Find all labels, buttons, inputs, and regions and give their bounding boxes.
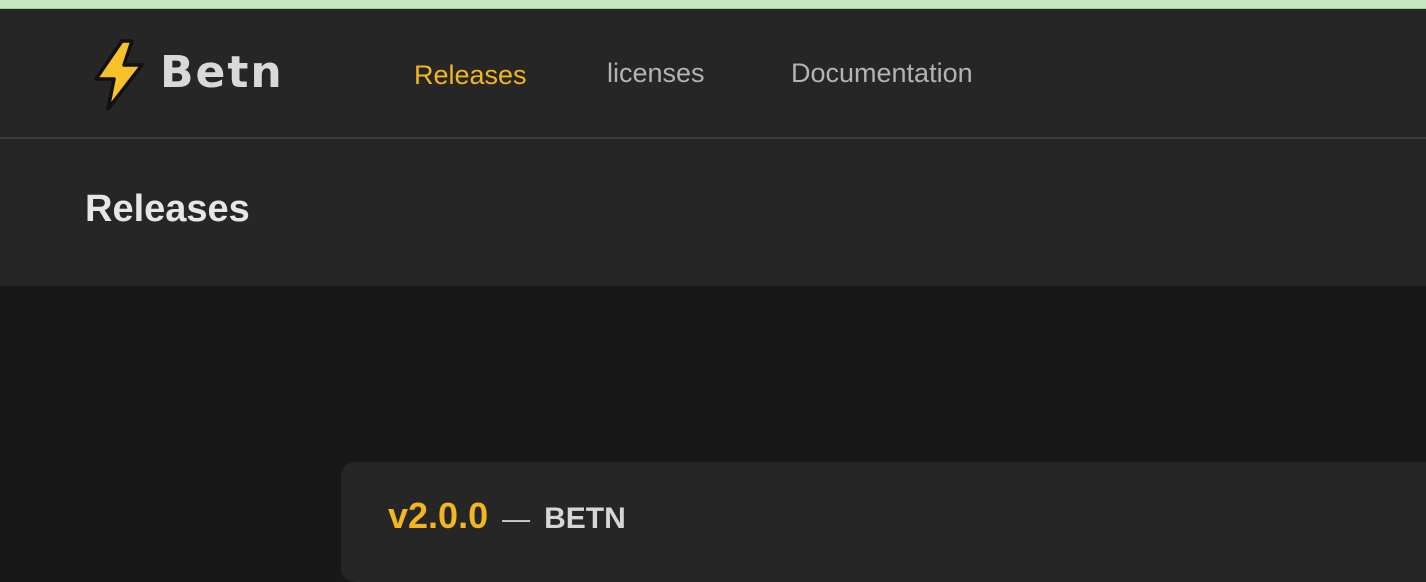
release-version[interactable]: v2.0.0 xyxy=(388,495,488,536)
release-name: BETN xyxy=(544,502,626,535)
page-header: Releases xyxy=(0,139,1426,286)
nav-link-documentation[interactable]: Documentation xyxy=(791,60,973,87)
brand-name: Betn xyxy=(160,47,284,98)
top-navbar: Betn Releases licenses Documentation xyxy=(0,9,1426,139)
lightning-bolt-icon xyxy=(92,39,146,111)
nav-link-licenses[interactable]: licenses xyxy=(607,60,705,87)
brand-logo[interactable]: Betn xyxy=(92,39,284,111)
page-title: Releases xyxy=(85,188,250,230)
top-accent-strip xyxy=(0,0,1426,9)
release-separator: — xyxy=(502,503,531,534)
release-heading: v2.0.0 — BETN xyxy=(388,498,626,534)
release-card: v2.0.0 — BETN xyxy=(341,462,1426,582)
nav-link-releases[interactable]: Releases xyxy=(414,62,527,89)
